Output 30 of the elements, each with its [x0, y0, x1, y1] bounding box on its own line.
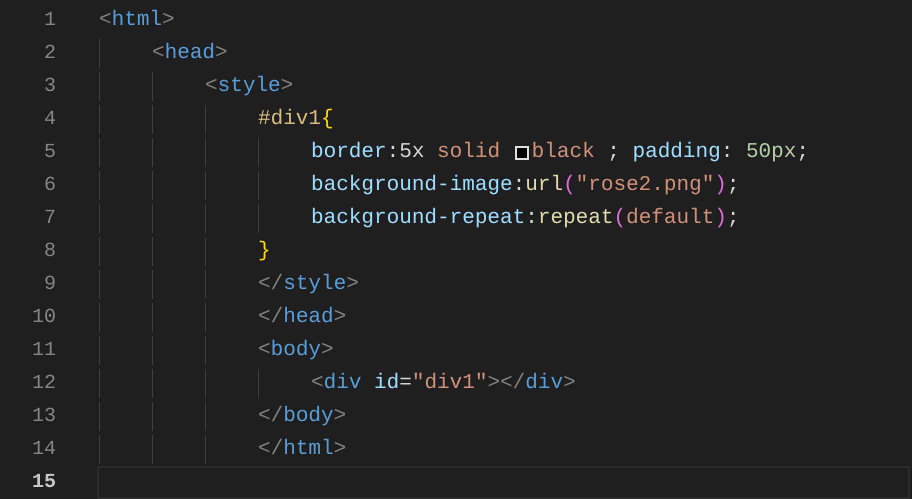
code-text: </html> [258, 437, 346, 463]
line-number: 3 [42, 74, 56, 100]
code-text: #div1{ [258, 107, 334, 133]
line-number: 13 [30, 404, 56, 430]
line-number: 12 [30, 371, 56, 397]
line-number: 6 [42, 173, 56, 199]
code-text: <div id="div1"></div> [311, 371, 576, 397]
code-text: black ; padding: 50px; [532, 140, 809, 166]
line-number: 8 [42, 239, 56, 265]
line-number: 2 [42, 41, 56, 67]
line-number: 14 [30, 437, 56, 463]
line-number: 10 [30, 305, 56, 331]
line-number: 11 [30, 338, 56, 364]
code-text: } [258, 239, 271, 265]
code-text: <html> [99, 8, 175, 34]
line-number: 7 [42, 206, 56, 232]
line-number: 15 [30, 470, 56, 496]
line-number: 9 [42, 272, 56, 298]
line-number: 5 [42, 140, 56, 166]
line-number: 1 [42, 8, 56, 34]
code-text: background-image:url("rose2.png"); [311, 173, 740, 199]
code-text: <style> [205, 74, 294, 100]
line-number: 4 [42, 107, 56, 133]
code-text: background-repeat:repeat(default); [311, 206, 740, 232]
code-text: </head> [258, 305, 346, 331]
code-text: <body> [258, 338, 334, 364]
code-text: </style> [258, 272, 359, 298]
code-text: border:5x solid [311, 140, 502, 166]
code-text: <head> [152, 41, 228, 67]
code-text: </body> [258, 404, 346, 430]
